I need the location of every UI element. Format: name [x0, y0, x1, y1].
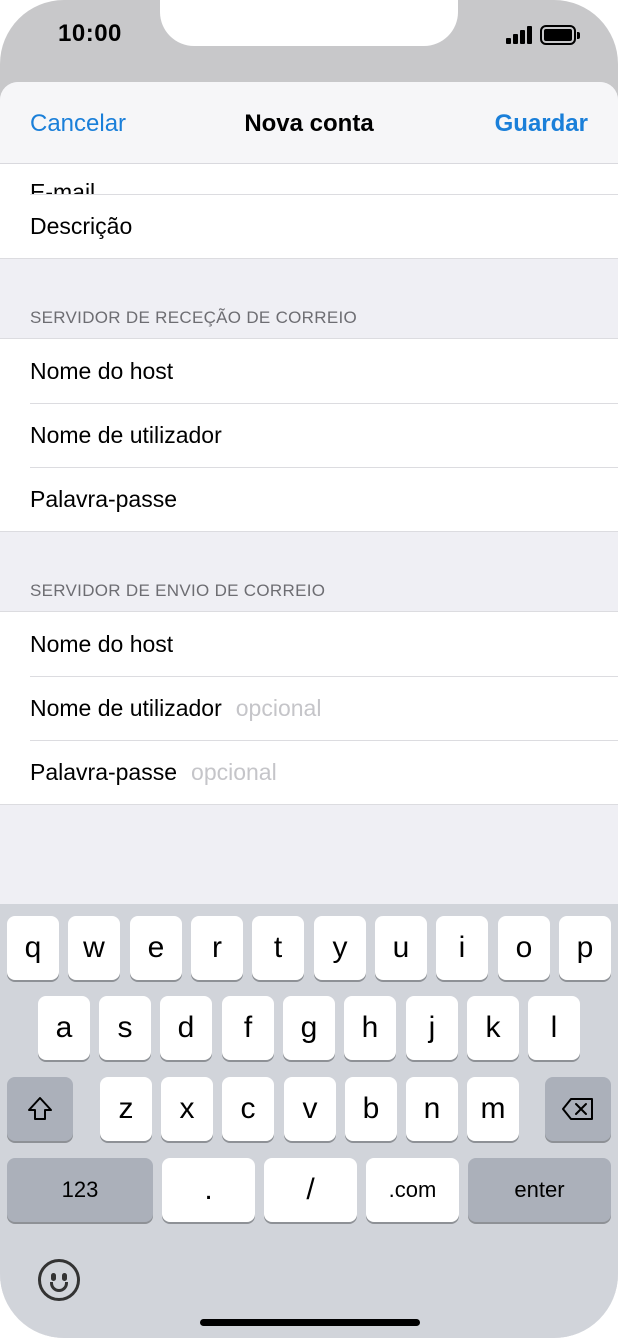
key-o[interactable]: o	[498, 916, 550, 980]
incoming-username-label: Nome de utilizador	[30, 421, 222, 448]
backspace-icon	[562, 1098, 593, 1120]
key-z[interactable]: z	[100, 1077, 152, 1141]
numbers-key[interactable]: 123	[7, 1158, 153, 1222]
shift-icon	[28, 1097, 52, 1120]
phone-screen: 10:00 Cancelar Nova conta Guardar E-mail…	[0, 0, 618, 1338]
description-label: Descrição	[30, 212, 133, 239]
outgoing-server-group: Nome do host Nome de utilizador opcional…	[0, 612, 618, 805]
description-field[interactable]: Descrição	[0, 194, 618, 258]
save-button[interactable]: Guardar	[495, 110, 588, 138]
key-h[interactable]: h	[344, 996, 396, 1060]
enter-key[interactable]: enter	[468, 1158, 611, 1222]
dot-key[interactable]: .	[162, 1158, 255, 1222]
key-l[interactable]: l	[528, 996, 580, 1060]
outgoing-hostname-field[interactable]: Nome do host	[0, 612, 618, 676]
key-d[interactable]: d	[160, 996, 212, 1060]
keyboard: q w e r t y u i o p a s d f g h j k l z …	[0, 904, 618, 1338]
incoming-password-label: Palavra-passe	[30, 485, 178, 512]
backspace-key[interactable]	[545, 1077, 611, 1141]
incoming-username-field[interactable]: Nome de utilizador	[0, 403, 618, 467]
shift-key[interactable]	[7, 1077, 73, 1141]
key-x[interactable]: x	[161, 1077, 213, 1141]
signal-icon	[506, 26, 534, 44]
key-c[interactable]: c	[222, 1077, 274, 1141]
key-a[interactable]: a	[38, 996, 90, 1060]
emoji-icon[interactable]	[38, 1259, 80, 1301]
nav-bar: Cancelar Nova conta Guardar	[0, 82, 618, 164]
key-q[interactable]: q	[7, 916, 59, 980]
home-indicator[interactable]	[200, 1319, 420, 1326]
account-group: E-mail Descrição	[0, 164, 618, 259]
key-n[interactable]: n	[406, 1077, 458, 1141]
status-time: 10:00	[58, 20, 122, 47]
form-content: E-mail Descrição SERVIDOR DE RECEÇÃO DE …	[0, 164, 618, 805]
outgoing-password-placeholder: opcional	[191, 758, 277, 785]
key-s[interactable]: s	[99, 996, 151, 1060]
incoming-hostname-field[interactable]: Nome do host	[0, 339, 618, 403]
key-v[interactable]: v	[284, 1077, 336, 1141]
dotcom-key[interactable]: .com	[366, 1158, 459, 1222]
email-label: E-mail	[30, 179, 96, 194]
slash-key[interactable]: /	[264, 1158, 357, 1222]
battery-icon	[540, 25, 580, 45]
key-w[interactable]: w	[68, 916, 120, 980]
key-j[interactable]: j	[406, 996, 458, 1060]
incoming-hostname-label: Nome do host	[30, 357, 174, 384]
outgoing-password-field[interactable]: Palavra-passe opcional	[0, 740, 618, 804]
key-i[interactable]: i	[436, 916, 488, 980]
key-b[interactable]: b	[345, 1077, 397, 1141]
outgoing-username-field[interactable]: Nome de utilizador opcional	[0, 676, 618, 740]
key-g[interactable]: g	[283, 996, 335, 1060]
key-p[interactable]: p	[559, 916, 611, 980]
key-y[interactable]: y	[314, 916, 366, 980]
outgoing-password-label: Palavra-passe	[30, 758, 178, 785]
notch	[160, 0, 458, 46]
incoming-server-header: SERVIDOR DE RECEÇÃO DE CORREIO	[0, 259, 618, 339]
key-e[interactable]: e	[130, 916, 182, 980]
incoming-password-field[interactable]: Palavra-passe	[0, 467, 618, 531]
outgoing-username-placeholder: opcional	[235, 694, 322, 721]
key-f[interactable]: f	[222, 996, 274, 1060]
key-m[interactable]: m	[467, 1077, 519, 1141]
email-field[interactable]: E-mail	[0, 164, 618, 194]
outgoing-hostname-label: Nome do host	[30, 630, 174, 657]
incoming-server-group: Nome do host Nome de utilizador Palavra-…	[0, 339, 618, 532]
key-t[interactable]: t	[252, 916, 304, 980]
key-u[interactable]: u	[375, 916, 427, 980]
key-k[interactable]: k	[467, 996, 519, 1060]
outgoing-username-label: Nome de utilizador	[30, 694, 222, 721]
key-r[interactable]: r	[191, 916, 243, 980]
outgoing-server-header: SERVIDOR DE ENVIO DE CORREIO	[0, 532, 618, 612]
